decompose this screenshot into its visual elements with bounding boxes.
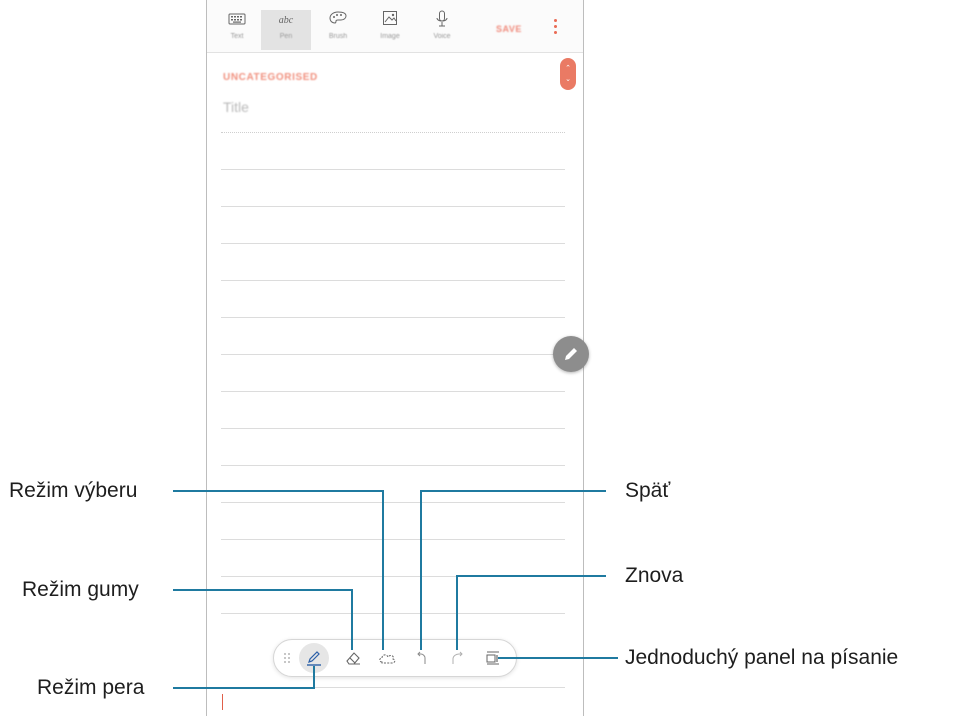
- ruled-line: [221, 502, 565, 503]
- keyboard-icon: [212, 10, 262, 32]
- callout-pen-mode: Režim pera: [37, 676, 145, 699]
- ruled-line: [221, 169, 565, 170]
- undo-button[interactable]: [408, 640, 438, 676]
- simple-writing-pad-icon: [486, 651, 499, 665]
- toolbar-pen-label: Pen: [279, 33, 293, 40]
- more-vertical-icon[interactable]: [548, 16, 562, 42]
- redo-icon: [452, 651, 463, 664]
- title-divider: [221, 132, 565, 133]
- toolbar-voice-label: Voice: [433, 33, 451, 40]
- toolbar-image-button[interactable]: Image: [365, 10, 415, 52]
- handwriting-icon: abc: [278, 15, 294, 26]
- category-label[interactable]: UNCATEGORISED: [223, 72, 318, 83]
- ruled-line: [221, 687, 565, 688]
- ruled-line: [221, 391, 565, 392]
- ruled-line: [221, 465, 565, 466]
- selection-icon: [379, 654, 396, 664]
- ruled-line: [221, 613, 565, 614]
- callout-undo: Späť: [625, 479, 671, 502]
- ruled-line: [221, 280, 565, 281]
- eraser-mode-button[interactable]: [338, 640, 368, 676]
- pen-toolbar: [273, 639, 517, 677]
- toolbar-image-label: Image: [380, 33, 400, 40]
- toolbar-text-label: Text: [230, 33, 244, 40]
- pencil-icon: [565, 348, 577, 360]
- ruled-line: [221, 428, 565, 429]
- palette-icon: [313, 10, 363, 32]
- redo-button[interactable]: [442, 640, 472, 676]
- toolbar-text-button[interactable]: Text: [212, 10, 262, 52]
- toolbar-voice-button[interactable]: Voice: [417, 10, 467, 52]
- toolbar-brush-label: Brush: [328, 33, 348, 40]
- save-button[interactable]: SAVE: [496, 24, 522, 34]
- microphone-icon: [417, 10, 467, 32]
- ruled-line: [221, 206, 565, 207]
- ruled-line: [221, 317, 565, 318]
- callout-eraser-mode: Režim gumy: [22, 578, 139, 601]
- undo-icon: [417, 651, 426, 664]
- text-cursor: [222, 694, 223, 710]
- phone-screen: Text abc Pen Brush Image Voice SAVE UNCA…: [206, 0, 589, 716]
- ruled-line: [221, 576, 565, 577]
- ruled-line: [221, 539, 565, 540]
- callout-selection-mode: Režim výberu: [9, 479, 138, 502]
- title-input[interactable]: Title: [223, 99, 249, 115]
- ruled-line: [221, 243, 565, 244]
- toolbar-brush-button[interactable]: Brush: [313, 10, 363, 52]
- callout-redo: Znova: [625, 564, 684, 587]
- ruled-line: [221, 354, 565, 355]
- note-toolbar: Text abc Pen Brush Image Voice SAVE: [207, 0, 583, 53]
- pen-mode-button[interactable]: [299, 643, 329, 673]
- drag-handle-icon[interactable]: [276, 640, 298, 676]
- eraser-icon: [346, 652, 360, 665]
- selection-mode-button[interactable]: [372, 640, 402, 676]
- scroll-handle[interactable]: ⌃ ⌄: [560, 58, 576, 90]
- simple-pad-button[interactable]: [478, 640, 508, 676]
- callout-simple-pad: Jednoduchý panel na písanie: [625, 646, 899, 669]
- image-icon: [365, 10, 415, 32]
- toolbar-pen-button[interactable]: abc Pen: [261, 10, 311, 50]
- pen-icon: [307, 651, 321, 666]
- pen-float-button[interactable]: [553, 336, 589, 372]
